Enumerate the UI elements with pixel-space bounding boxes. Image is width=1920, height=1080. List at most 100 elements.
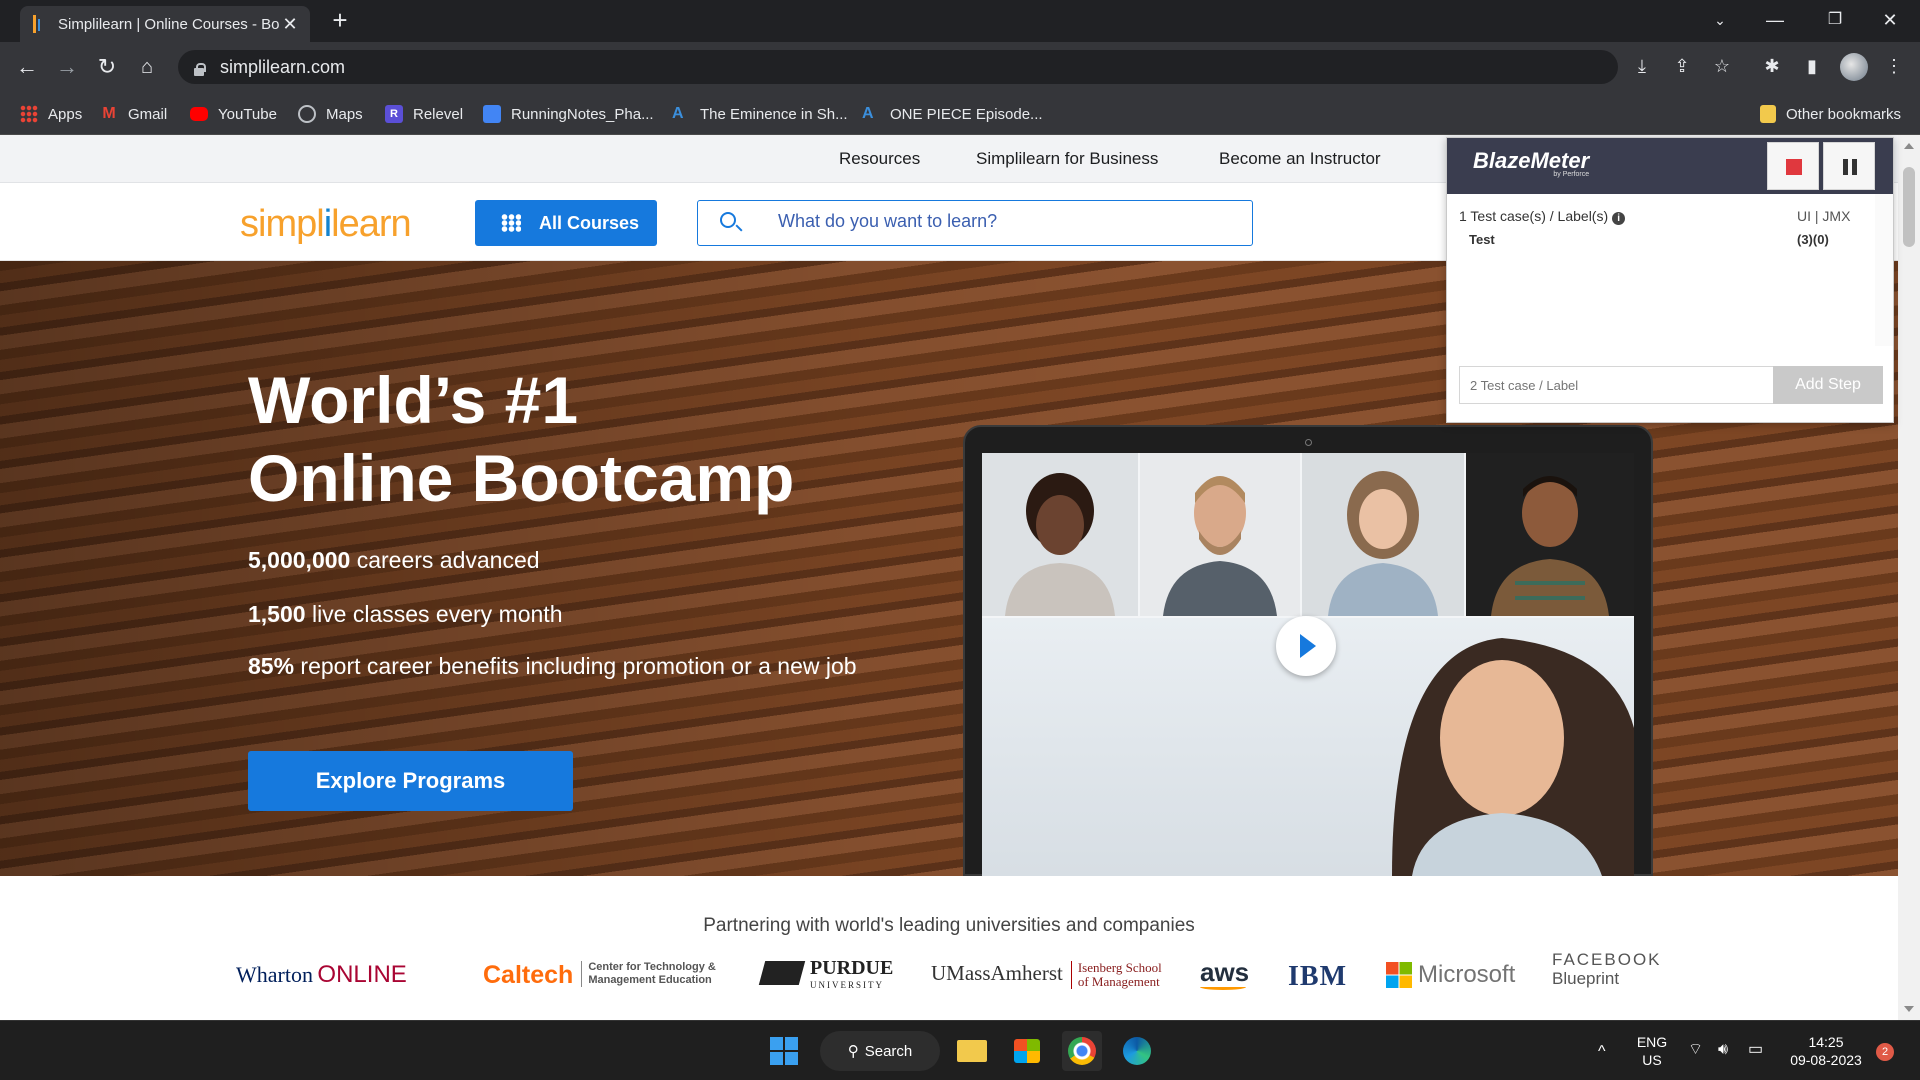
ibm-logo: IBM bbox=[1288, 961, 1347, 993]
stop-recording-button[interactable] bbox=[1767, 142, 1819, 190]
notification-badge[interactable]: 2 bbox=[1876, 1043, 1894, 1061]
battery-icon[interactable]: ▭ bbox=[1748, 1041, 1763, 1059]
hero-title: World’s #1 Online Bootcamp bbox=[248, 361, 948, 517]
logo-text: UNIVERSITY bbox=[810, 980, 884, 990]
all-courses-label: All Courses bbox=[539, 212, 640, 233]
show-hidden-icons[interactable]: ^ bbox=[1598, 1043, 1606, 1061]
other-bookmarks[interactable]: Other bookmarks bbox=[1760, 103, 1901, 125]
nav-for-business[interactable]: Simplilearn for Business bbox=[976, 149, 1158, 169]
page-scrollbar[interactable] bbox=[1898, 135, 1920, 1020]
bookmark-apps[interactable]: Apps bbox=[20, 103, 82, 125]
stat-number: 85% bbox=[248, 653, 295, 679]
bookmark-label: RunningNotes_Pha... bbox=[511, 105, 654, 123]
share-icon[interactable]: ⇪ bbox=[1670, 54, 1694, 78]
back-icon[interactable]: ← bbox=[12, 52, 42, 82]
bookmark-label: Gmail bbox=[128, 105, 168, 123]
start-icon[interactable] bbox=[764, 1031, 804, 1071]
logo-part: simpl bbox=[240, 203, 325, 245]
explore-programs-button[interactable]: Explore Programs bbox=[248, 751, 573, 811]
store-icon[interactable] bbox=[1007, 1031, 1047, 1071]
close-tab-icon[interactable]: ✕ bbox=[280, 14, 300, 35]
install-icon[interactable]: ⤓ bbox=[1630, 54, 1654, 78]
nav-become-instructor[interactable]: Become an Instructor bbox=[1219, 149, 1381, 169]
wifi-icon[interactable]: ⌔ bbox=[1688, 1041, 1703, 1059]
play-video-button[interactable] bbox=[1276, 616, 1336, 676]
bookmark-label: YouTube bbox=[218, 105, 277, 123]
pause-recording-button[interactable] bbox=[1823, 142, 1875, 190]
extensions-icon[interactable]: ✱ bbox=[1760, 54, 1784, 78]
bookmark-runningnotes[interactable]: RunningNotes_Pha... bbox=[483, 103, 654, 125]
bookmark-label: ONE PIECE Episode... bbox=[890, 105, 1043, 123]
logo-text: PURDUE bbox=[810, 957, 894, 979]
hero-title-line: Online Bootcamp bbox=[248, 441, 795, 515]
edge-icon[interactable] bbox=[1117, 1031, 1157, 1071]
clock[interactable]: 14:25 09-08-2023 bbox=[1786, 1033, 1866, 1069]
logo-text: of Management bbox=[1077, 974, 1160, 989]
logo-text: Isenberg School bbox=[1077, 960, 1162, 975]
simplilearn-logo[interactable]: simplilearn bbox=[240, 203, 412, 246]
lang-text: ENG bbox=[1636, 1034, 1668, 1050]
reload-icon[interactable]: ↻ bbox=[92, 52, 122, 82]
lock-icon bbox=[194, 63, 206, 76]
logo-text: Microsoft bbox=[1418, 961, 1516, 988]
side-panel-icon[interactable]: ▮ bbox=[1800, 54, 1824, 78]
bookmark-label: The Eminence in Sh... bbox=[700, 105, 848, 123]
home-icon[interactable]: ⌂ bbox=[132, 52, 162, 82]
bookmark-gmail[interactable]: M Gmail bbox=[100, 103, 167, 125]
bookmark-star-icon[interactable]: ☆ bbox=[1710, 54, 1734, 78]
close-window-button[interactable]: ✕ bbox=[1860, 0, 1920, 40]
nav-resources[interactable]: Resources bbox=[839, 149, 920, 169]
test-case-count: (3)(0) bbox=[1797, 232, 1829, 247]
search-icon: ⚲ bbox=[847, 1043, 859, 1060]
blazemeter-logo: BlazeMeter by Perforce bbox=[1473, 148, 1589, 178]
add-step-button[interactable]: Add Step bbox=[1773, 366, 1883, 404]
bookmark-youtube[interactable]: YouTube bbox=[190, 103, 277, 125]
logo-text: aws bbox=[1200, 957, 1250, 987]
scrollbar-thumb[interactable] bbox=[1903, 167, 1915, 247]
grid-icon bbox=[501, 214, 521, 232]
profile-avatar[interactable] bbox=[1840, 53, 1868, 81]
person-illustration bbox=[1392, 638, 1634, 876]
browser-window: Simplilearn | Online Courses - Bo ✕ + ⌄ … bbox=[0, 0, 1920, 1080]
test-case-summary: 1 Test case(s) / Label(s) i bbox=[1459, 208, 1626, 225]
tab-title: Simplilearn | Online Courses - Bo bbox=[58, 15, 280, 33]
scroll-up-icon[interactable] bbox=[1904, 143, 1914, 149]
wharton-logo: Wharton ONLINE bbox=[236, 961, 407, 989]
scroll-down-icon[interactable] bbox=[1904, 1006, 1914, 1012]
label-input[interactable] bbox=[1459, 366, 1775, 404]
logo-text: IBM bbox=[1288, 961, 1347, 992]
taskbar-search[interactable]: ⚲ Search bbox=[820, 1031, 940, 1071]
tab-search-icon[interactable]: ⌄ bbox=[1690, 0, 1750, 40]
info-icon[interactable]: i bbox=[1612, 212, 1626, 225]
language-indicator[interactable]: ENG US bbox=[1636, 1033, 1668, 1069]
bookmark-onepiece[interactable]: A ONE PIECE Episode... bbox=[862, 103, 1043, 125]
restore-button[interactable]: ❐ bbox=[1805, 0, 1865, 40]
date-text: 09-08-2023 bbox=[1790, 1052, 1862, 1068]
all-courses-button[interactable]: All Courses bbox=[475, 200, 657, 246]
search-input[interactable] bbox=[778, 211, 1218, 232]
bookmark-maps[interactable]: Maps bbox=[298, 103, 363, 125]
test-case-name[interactable]: Test bbox=[1469, 232, 1495, 247]
menu-icon[interactable]: ⋮ bbox=[1882, 54, 1906, 78]
bookmark-eminence[interactable]: A The Eminence in Sh... bbox=[672, 103, 848, 125]
forward-icon[interactable]: → bbox=[52, 52, 82, 82]
address-bar[interactable]: simplilearn.com bbox=[178, 50, 1618, 84]
stat-number: 1,500 bbox=[248, 601, 306, 627]
globe-icon bbox=[298, 105, 316, 123]
minimize-button[interactable]: — bbox=[1745, 0, 1805, 40]
video-tile bbox=[982, 453, 1138, 616]
person-illustration bbox=[1163, 476, 1277, 616]
mode-switch[interactable]: UI | JMX bbox=[1797, 208, 1850, 224]
volume-icon[interactable]: 🔊︎ bbox=[1718, 1041, 1728, 1059]
video-tile bbox=[1140, 453, 1300, 616]
file-explorer-icon[interactable] bbox=[952, 1031, 992, 1071]
stat-number: 5,000,000 bbox=[248, 547, 351, 573]
tab-simplilearn[interactable]: Simplilearn | Online Courses - Bo ✕ bbox=[20, 6, 310, 42]
search-icon bbox=[720, 212, 736, 228]
list-scrollbar[interactable] bbox=[1875, 194, 1893, 346]
logo-text: Wharton bbox=[236, 962, 313, 987]
bookmark-relevel[interactable]: R Relevel bbox=[385, 103, 463, 125]
logo-text: Caltech bbox=[483, 961, 574, 989]
new-tab-button[interactable]: + bbox=[326, 6, 354, 34]
chrome-icon[interactable] bbox=[1062, 1031, 1102, 1071]
